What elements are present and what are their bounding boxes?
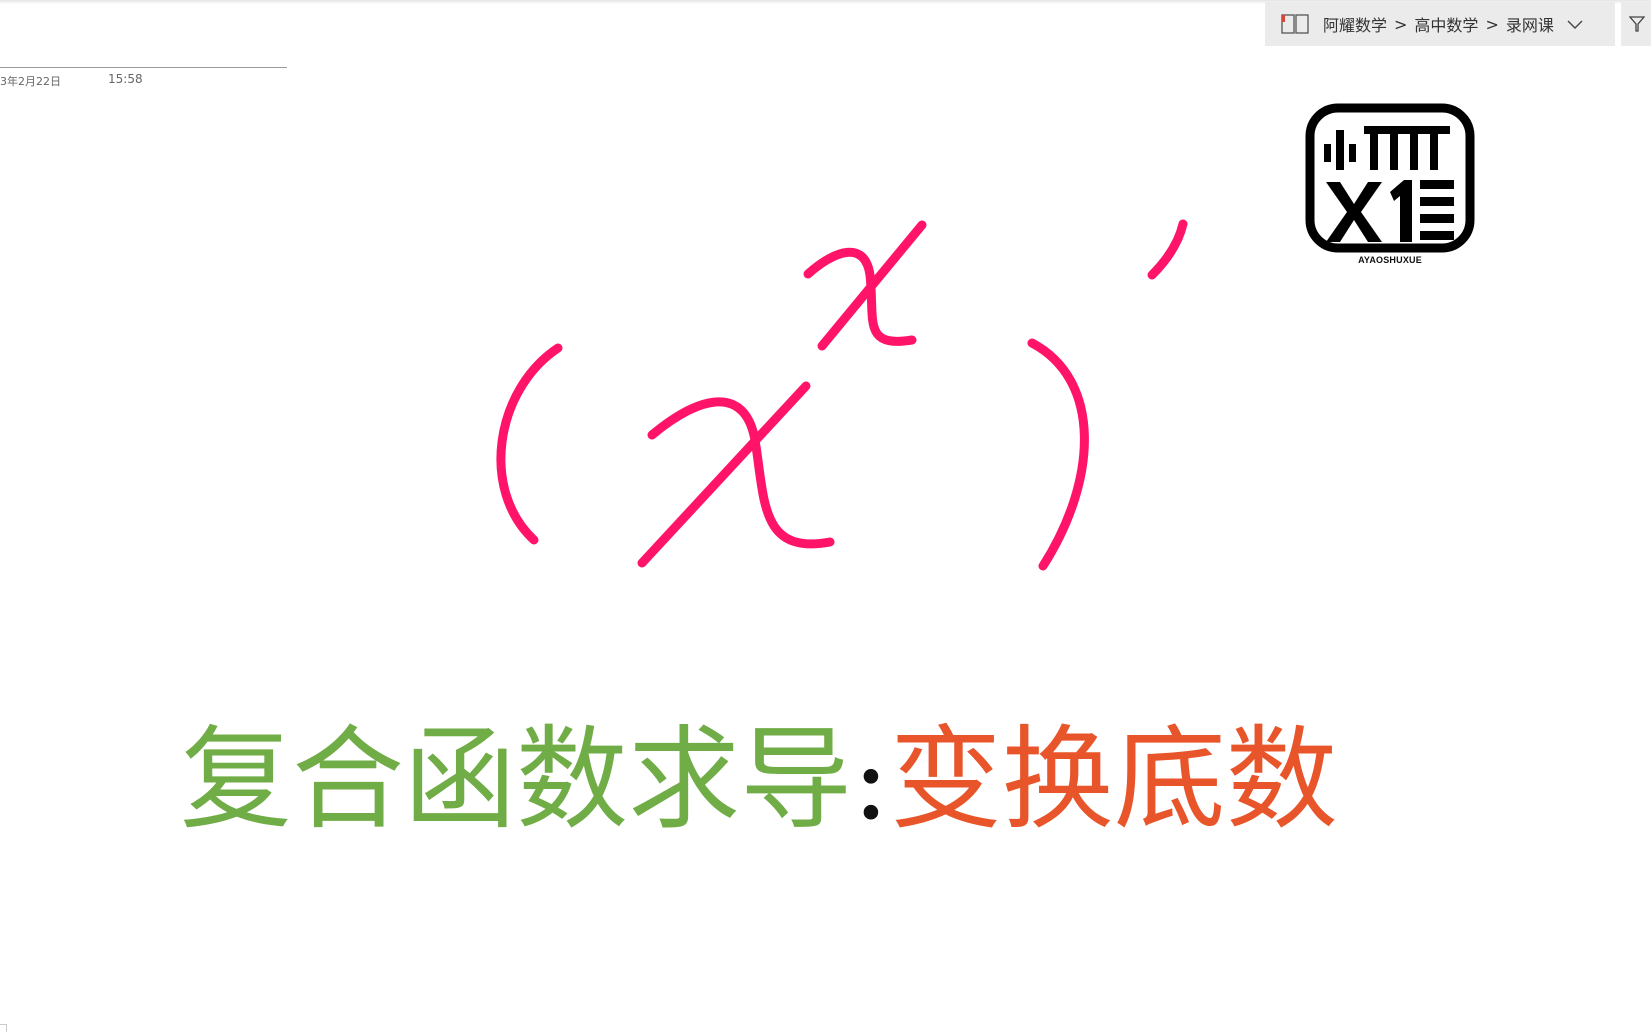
exponent-x-curve-stroke <box>803 247 917 346</box>
breadcrumb-separator: > <box>1485 14 1499 34</box>
lesson-headline: 复合函数求导:变换底数 <box>180 710 1480 850</box>
headline-colon: : <box>852 715 890 845</box>
headline-topic: 复合函数求导 <box>180 715 852 845</box>
filter-button[interactable] <box>1621 2 1651 46</box>
notebook-breadcrumb[interactable]: 阿耀数学 > 高中数学 > 录网课 <box>1265 2 1615 46</box>
page-time: 15:58 <box>108 72 143 86</box>
page-date: 3年2月22日 <box>0 75 61 88</box>
page-corner-mark <box>0 1024 7 1032</box>
filter-icon <box>1629 16 1645 32</box>
notebook-icon <box>1281 14 1309 34</box>
base-x-curve-stroke <box>647 397 835 549</box>
chevron-down-icon[interactable] <box>1566 15 1584 33</box>
breadcrumb-separator: > <box>1394 14 1408 34</box>
right-parenthesis-stroke <box>1027 338 1089 571</box>
page-title-underline <box>0 67 287 68</box>
left-parenthesis-stroke <box>496 343 563 545</box>
breadcrumb-notebook[interactable]: 阿耀数学 <box>1323 12 1387 36</box>
headline-method: 变换底数 <box>889 715 1338 845</box>
breadcrumb-section[interactable]: 录网课 <box>1506 12 1554 36</box>
logo-caption: AYAOSHUXUE <box>1358 255 1422 265</box>
prime-stroke <box>1147 219 1188 280</box>
breadcrumb-section-group[interactable]: 高中数学 <box>1414 12 1478 36</box>
base-x-slash-stroke <box>637 381 811 568</box>
onenote-page: 阿耀数学 > 高中数学 > 录网课 3年2月22日 15:58 AYAOSHUX… <box>0 0 1651 1032</box>
exponent-x-slash-stroke <box>817 220 927 351</box>
ayaoshuxue-logo <box>1305 103 1475 253</box>
